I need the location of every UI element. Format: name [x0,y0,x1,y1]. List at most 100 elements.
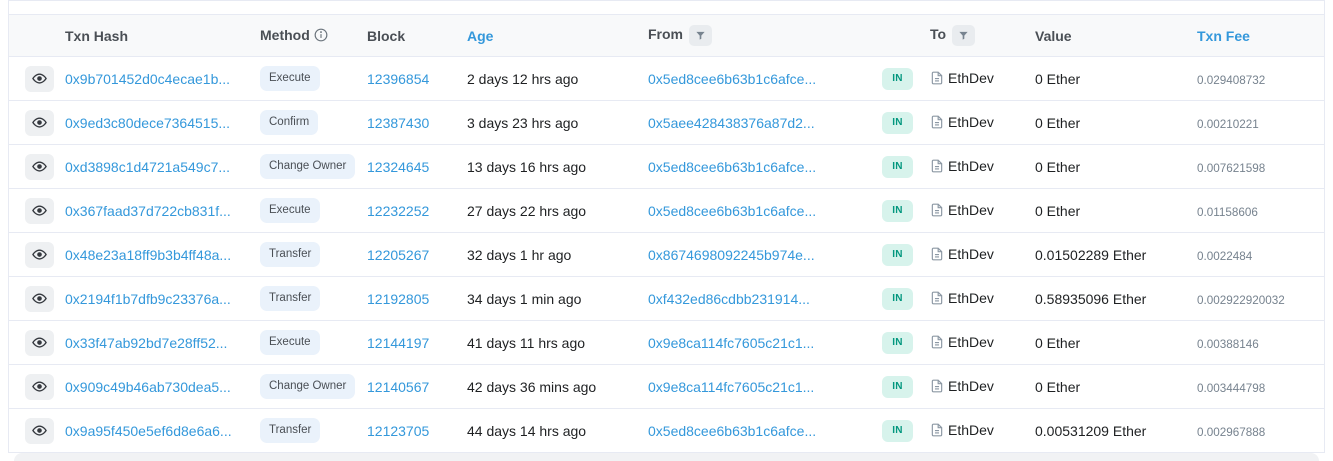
from-address-link[interactable]: 0x9e8ca114fc7605c21c1... [648,379,814,395]
block-link[interactable]: 12387430 [367,115,429,131]
method-badge: Transfer [260,286,320,312]
value-text: 0 Ether [1035,71,1080,87]
direction-in-badge: IN [882,332,913,354]
from-filter-button[interactable] [689,25,712,46]
to-filter-button[interactable] [952,25,975,46]
col-header-txn-hash-label: Txn Hash [65,28,128,44]
eye-icon [32,291,47,306]
to-name-link[interactable]: EthDev [948,202,994,218]
to-name-link[interactable]: EthDev [948,334,994,350]
table-row: 0x2194f1b7dfb9c23376a... Transfer 121928… [9,277,1324,321]
file-text-icon [930,379,944,393]
to-name-link[interactable]: EthDev [948,378,994,394]
to-name-link[interactable]: EthDev [948,422,994,438]
method-badge: Change Owner [260,374,355,400]
from-address-link[interactable]: 0x5ed8cee6b63b1c6afce... [648,423,816,439]
col-header-to: To [930,15,1035,57]
block-link[interactable]: 12192805 [367,291,429,307]
table-row: 0x367faad37d722cb831f... Execute 1223225… [9,189,1324,233]
from-address-link[interactable]: 0xf432ed86cdbb231914... [648,291,810,307]
txn-hash-link[interactable]: 0xd3898c1d4721a549c7... [65,159,230,175]
direction-in-badge: IN [882,288,913,310]
txn-hash-link[interactable]: 0x909c49b46ab730dea5... [65,379,231,395]
direction-in-badge: IN [882,420,913,442]
age-text: 2 days 12 hrs ago [467,71,578,87]
age-text: 41 days 11 hrs ago [467,335,585,351]
file-text-icon [930,335,944,349]
col-header-method: Method [260,15,367,57]
to-name-link[interactable]: EthDev [948,290,994,306]
from-address-link[interactable]: 0x5ed8cee6b63b1c6afce... [648,71,816,87]
from-address-link[interactable]: 0x5aee428438376a87d2... [648,115,815,131]
txn-hash-link[interactable]: 0x33f47ab92bd7e28ff52... [65,335,227,351]
direction-in-badge: IN [882,376,913,398]
method-badge: Transfer [260,242,320,268]
txn-fee-text: 0.0022484 [1197,250,1252,263]
table-row: 0x9ed3c80dece7364515... Confirm 12387430… [9,101,1324,145]
from-address-link[interactable]: 0x8674698092245b974e... [648,247,815,263]
eye-icon [32,203,47,218]
age-text: 34 days 1 min ago [467,291,581,307]
from-address-link[interactable]: 0x9e8ca114fc7605c21c1... [648,335,814,351]
txn-hash-link[interactable]: 0x48e23a18ff9b3b4ff48a... [65,247,231,263]
txn-fee-text: 0.002922920032 [1197,294,1285,307]
col-header-txn-fee-label[interactable]: Txn Fee [1197,28,1250,44]
col-header-age[interactable]: Age [467,15,648,57]
from-address-link[interactable]: 0x5ed8cee6b63b1c6afce... [648,159,816,175]
eye-button[interactable] [25,242,54,268]
txn-fee-text: 0.002967888 [1197,426,1265,439]
eye-icon [32,247,47,262]
to-name-link[interactable]: EthDev [948,158,994,174]
txn-hash-link[interactable]: 0x9b701452d0c4ecae1b... [65,71,230,87]
eye-icon [32,423,47,438]
eye-button[interactable] [25,286,54,312]
col-header-age-label[interactable]: Age [467,28,493,44]
value-text: 0.58935096 Ether [1035,291,1146,307]
block-link[interactable]: 12324645 [367,159,429,175]
block-link[interactable]: 12232252 [367,203,429,219]
to-name-link[interactable]: EthDev [948,114,994,130]
from-address-link[interactable]: 0x5ed8cee6b63b1c6afce... [648,203,816,219]
eye-button[interactable] [25,110,54,136]
col-header-method-label: Method [260,27,310,43]
block-link[interactable]: 12396854 [367,71,429,87]
txn-fee-text: 0.029408732 [1197,74,1265,87]
info-icon[interactable] [314,28,328,45]
age-text: 44 days 14 hrs ago [467,423,586,439]
col-header-txn-fee[interactable]: Txn Fee [1197,15,1324,57]
eye-button[interactable] [25,418,54,444]
next-section-edge [14,453,1319,461]
table-row: 0x33f47ab92bd7e28ff52... Execute 1214419… [9,321,1324,365]
eye-button[interactable] [25,198,54,224]
to-name-link[interactable]: EthDev [948,70,994,86]
block-link[interactable]: 12123705 [367,423,429,439]
col-header-block-label: Block [367,28,405,44]
direction-in-badge: IN [882,68,913,90]
table-row: 0x9b701452d0c4ecae1b... Execute 12396854… [9,57,1324,101]
to-name-link[interactable]: EthDev [948,246,994,262]
method-badge: Execute [260,330,320,356]
txn-hash-link[interactable]: 0x9a95f450e5ef6d8e6a6... [65,423,232,439]
block-link[interactable]: 12205267 [367,247,429,263]
table-row: 0x909c49b46ab730dea5... Change Owner 121… [9,365,1324,409]
col-header-txn-hash: Txn Hash [65,15,260,57]
eye-button[interactable] [25,154,54,180]
txn-fee-text: 0.01158606 [1197,206,1258,219]
value-text: 0.00531209 Ether [1035,423,1146,439]
txn-hash-link[interactable]: 0x2194f1b7dfb9c23376a... [65,291,231,307]
age-text: 27 days 22 hrs ago [467,203,586,219]
col-header-to-label: To [930,26,946,42]
eye-icon [32,335,47,350]
block-link[interactable]: 12144197 [367,335,429,351]
txn-hash-link[interactable]: 0x9ed3c80dece7364515... [65,115,230,131]
filter-icon [958,30,969,41]
eye-button[interactable] [25,330,54,356]
txn-hash-link[interactable]: 0x367faad37d722cb831f... [65,203,231,219]
method-badge: Transfer [260,418,320,444]
eye-button[interactable] [25,374,54,400]
col-header-direction [882,15,930,57]
file-text-icon [930,115,944,129]
eye-button[interactable] [25,66,54,92]
value-text: 0 Ether [1035,335,1080,351]
block-link[interactable]: 12140567 [367,379,429,395]
